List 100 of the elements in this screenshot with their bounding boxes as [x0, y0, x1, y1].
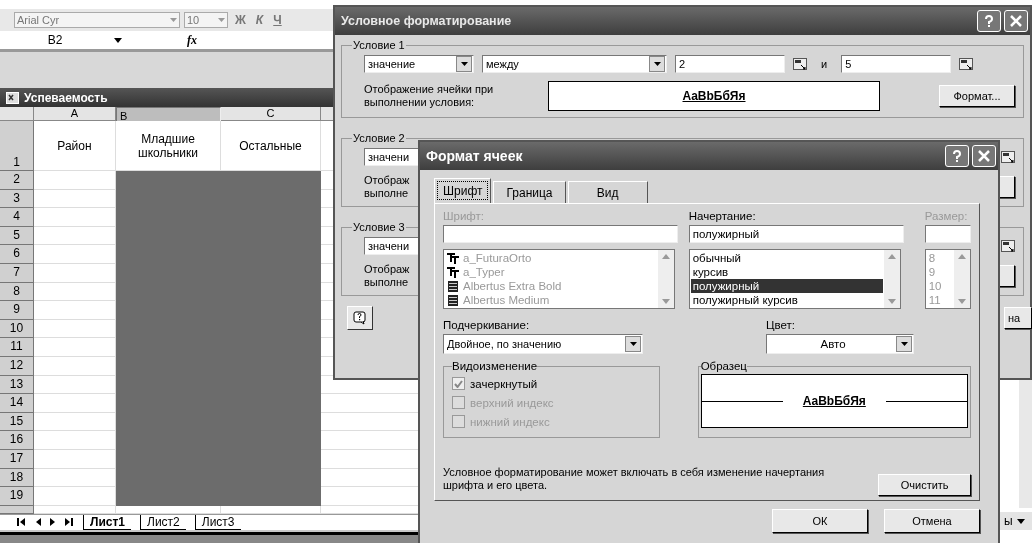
- dropdown-arrow-icon[interactable]: [1016, 518, 1025, 524]
- preview-text: AaBbБбЯя: [802, 394, 866, 408]
- dropdown-arrow-icon: [460, 62, 468, 66]
- last-sheet-icon[interactable]: [65, 518, 74, 527]
- preview-caption: выполне: [364, 276, 409, 289]
- name-box[interactable]: B2: [0, 33, 110, 47]
- input-field[interactable]: [924, 225, 971, 243]
- group-label: Видоизменение: [452, 360, 538, 372]
- preview-caption: выполне: [364, 187, 409, 200]
- row-header[interactable]: 11: [0, 338, 34, 357]
- input-field[interactable]: полужирный: [688, 225, 904, 243]
- font-size-field[interactable]: 10: [184, 12, 228, 28]
- close-button[interactable]: [972, 145, 996, 167]
- sheet-tab[interactable]: Лист2: [140, 514, 186, 530]
- insert-function-button[interactable]: fx: [187, 32, 197, 48]
- list-item[interactable]: полужирный курсив: [690, 293, 883, 307]
- scroll-down-icon[interactable]: [958, 299, 966, 304]
- truetype-font-icon: [447, 266, 459, 278]
- close-icon: [1010, 15, 1022, 27]
- dropdown-field[interactable]: Двойное, по значению: [443, 334, 643, 354]
- list-item[interactable]: курсив: [690, 265, 883, 279]
- scrollbar[interactable]: [883, 250, 900, 308]
- group-label: Условие 2: [352, 132, 406, 144]
- format-button[interactable]: Формат...: [939, 85, 1015, 107]
- help-button[interactable]: [347, 306, 373, 330]
- scroll-down-icon[interactable]: [662, 299, 670, 304]
- input-field[interactable]: 2: [675, 55, 785, 73]
- toolbar-label[interactable]: ы: [1004, 514, 1013, 528]
- font-field[interactable]: Arial Cyr: [14, 12, 180, 28]
- field-label: Размер:: [924, 210, 969, 222]
- info-text: Условное форматирование может включать в себя изменение начертания шрифта и его цвета.: [443, 466, 826, 492]
- row-header[interactable]: 14: [0, 394, 34, 413]
- cancel-button[interactable]: на: [1004, 307, 1032, 329]
- format-button[interactable]: К: [252, 13, 267, 27]
- column-header[interactable]: A: [34, 107, 116, 121]
- row-header[interactable]: 9: [0, 301, 34, 320]
- scrollbar[interactable]: [954, 250, 970, 308]
- dropdown-field[interactable]: Авто: [766, 334, 914, 354]
- tab[interactable]: Шрифт: [434, 178, 492, 203]
- range-picker-icon[interactable]: [793, 58, 807, 70]
- preview-caption: Отображ: [364, 174, 410, 187]
- spreadsheet-icon: [6, 91, 19, 104]
- dropdown-field[interactable]: значение: [364, 55, 474, 73]
- dropdown-button[interactable]: [456, 56, 472, 72]
- format-button[interactable]: Ч: [270, 13, 285, 27]
- input-field[interactable]: [443, 225, 678, 243]
- help-icon: [353, 311, 367, 325]
- tab[interactable]: Граница: [493, 181, 566, 203]
- field-label: Начертание:: [688, 210, 757, 222]
- workbook-title: Успеваемость: [24, 90, 108, 105]
- scroll-down-icon[interactable]: [887, 299, 896, 304]
- group-label: Образец: [700, 360, 747, 372]
- list-item[interactable]: обычный: [690, 251, 883, 265]
- scroll-up-icon[interactable]: [662, 254, 670, 259]
- table-cell: Район: [34, 121, 116, 171]
- dialog-title: Формат ячеек: [426, 148, 524, 164]
- dropdown-button[interactable]: [896, 336, 912, 352]
- row-header[interactable]: 16: [0, 431, 34, 450]
- close-icon: [978, 150, 990, 162]
- previous-sheet-icon[interactable]: [35, 518, 41, 527]
- sheet-tab[interactable]: Лист1: [83, 514, 132, 530]
- column-header[interactable]: B: [116, 107, 221, 121]
- group-label: Условие 1: [352, 39, 406, 51]
- row-header[interactable]: 4: [0, 208, 34, 227]
- first-sheet-icon[interactable]: [17, 518, 26, 527]
- row-header[interactable]: 1: [0, 121, 34, 171]
- sheet-tab[interactable]: Лист3: [194, 514, 241, 530]
- select-all-button[interactable]: [0, 107, 34, 121]
- joiner-label: и: [821, 58, 828, 70]
- scroll-up-icon[interactable]: [958, 254, 966, 259]
- clear-button[interactable]: Очистить: [878, 474, 971, 496]
- list-item[interactable]: полужирный: [690, 279, 883, 293]
- format-button[interactable]: Ж: [232, 13, 249, 27]
- cancel-button[interactable]: Отмена: [884, 509, 980, 533]
- column-header[interactable]: C: [221, 107, 321, 121]
- tab[interactable]: Вид: [567, 181, 648, 203]
- scrollbar[interactable]: [658, 250, 674, 308]
- next-sheet-icon[interactable]: [50, 518, 56, 527]
- dialog-title: Условное форматирование: [341, 14, 513, 28]
- scrollbar[interactable]: [1019, 378, 1032, 508]
- dropdown-button[interactable]: [649, 56, 665, 72]
- input-field[interactable]: 5: [841, 55, 952, 73]
- printer-font-icon: [447, 294, 459, 306]
- preview-caption: Отображ: [364, 263, 410, 276]
- checkbox[interactable]: [452, 377, 465, 390]
- scroll-up-icon[interactable]: [887, 254, 896, 259]
- dropdown-button[interactable]: [625, 336, 641, 352]
- row-header[interactable]: 6: [0, 245, 34, 264]
- range-picker-icon[interactable]: [1001, 240, 1015, 252]
- checkbox-label: верхний индекс: [470, 396, 554, 409]
- question-mark-icon: [952, 150, 962, 162]
- range-picker-icon[interactable]: [959, 58, 974, 70]
- range-picker-icon[interactable]: [1001, 151, 1015, 163]
- row-header[interactable]: 19: [0, 487, 34, 506]
- row-header[interactable]: 2: [0, 171, 34, 190]
- ok-button[interactable]: ОК: [772, 509, 868, 533]
- dropdown-arrow-icon: [900, 342, 908, 346]
- close-button[interactable]: [1004, 10, 1028, 32]
- dropdown-field[interactable]: между: [482, 55, 667, 73]
- dropdown-arrow-icon[interactable]: [114, 37, 122, 43]
